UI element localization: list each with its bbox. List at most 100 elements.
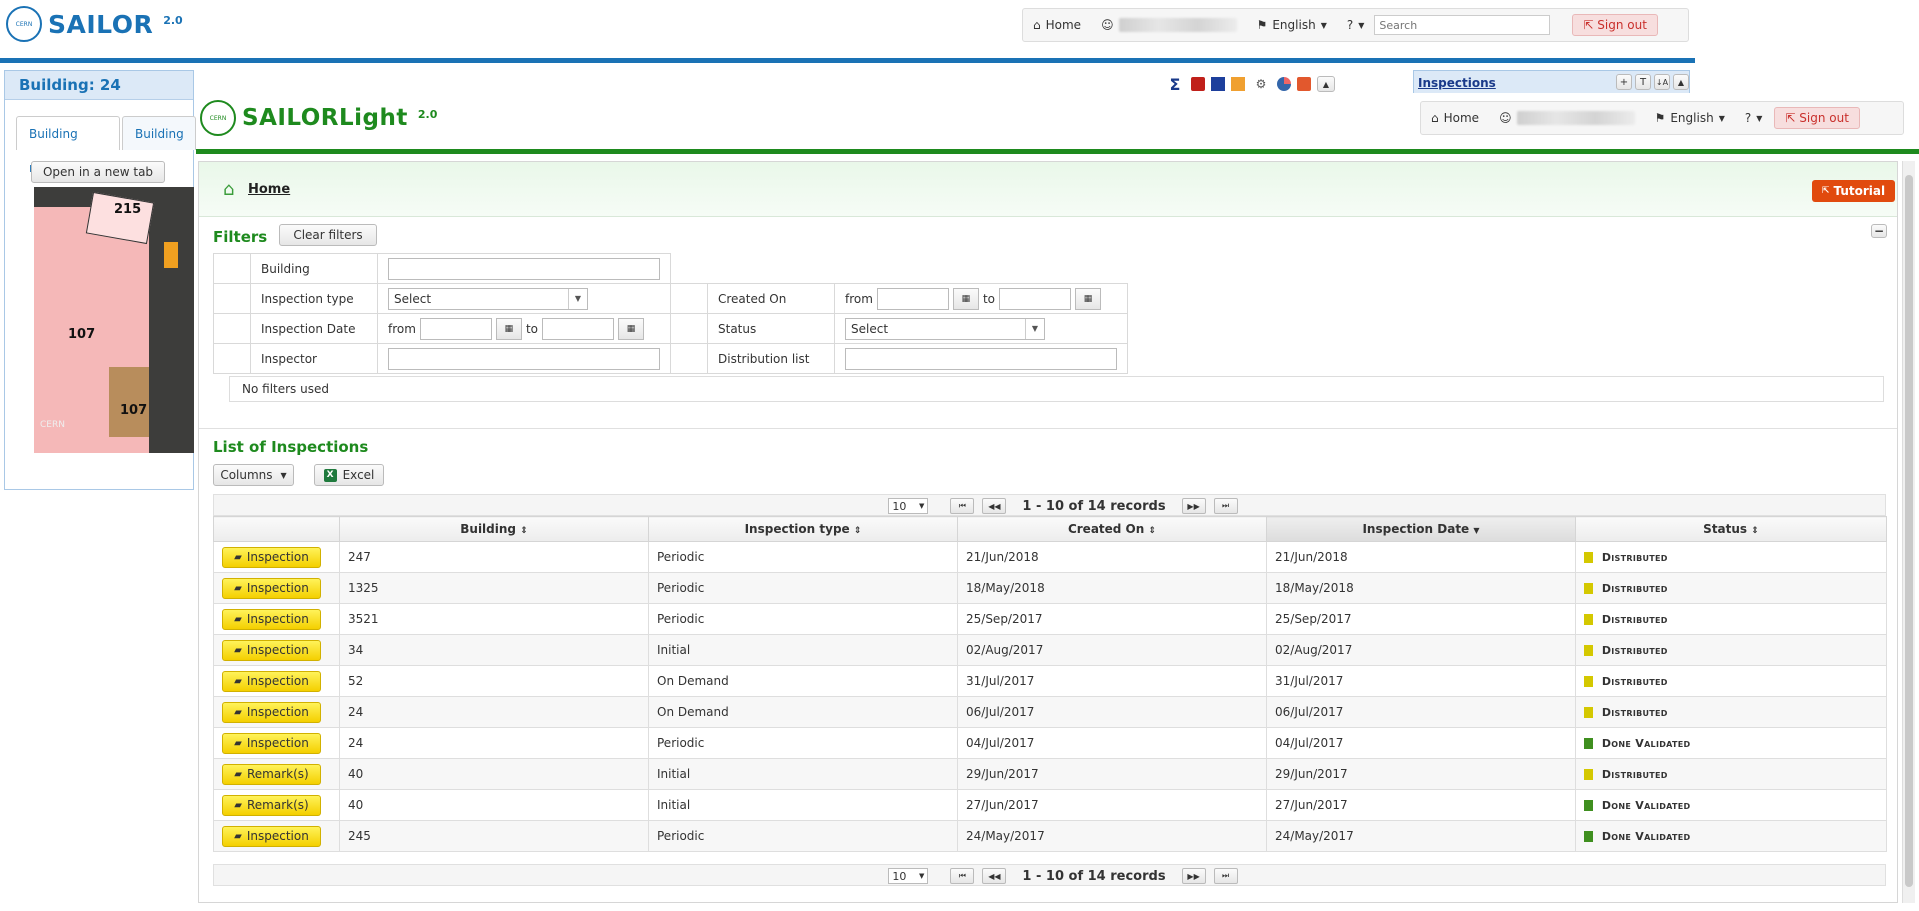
nav-home[interactable]: ⌂ Home: [1421, 111, 1489, 125]
scrollbar-thumb[interactable]: [1905, 175, 1913, 887]
clear-filters-button[interactable]: Clear filters: [279, 224, 377, 246]
filter-icon[interactable]: T: [1635, 74, 1651, 90]
col-header-inspection-type[interactable]: Inspection type ⇕: [648, 516, 958, 542]
first-page-icon[interactable]: ⏮: [950, 498, 975, 514]
row-status: Distributed: [1575, 603, 1887, 635]
page-scrollbar[interactable]: [1902, 161, 1915, 903]
inspector-filter-input[interactable]: [388, 347, 660, 370]
row-building: 3521: [339, 603, 649, 635]
row-action-button[interactable]: ▰ Remark(s): [222, 763, 321, 785]
first-page-icon[interactable]: ⏮: [950, 868, 975, 884]
pdf-icon[interactable]: [1191, 77, 1205, 91]
row-inspection-date: 24/May/2017: [1266, 820, 1576, 852]
tab-building-plans[interactable]: Building p: [122, 116, 196, 175]
sailor-search-input[interactable]: [1374, 15, 1551, 35]
sailor-nav-user[interactable]: ☺: [1091, 18, 1247, 32]
tutorial-button[interactable]: ⇱ Tutorial: [1812, 180, 1895, 202]
add-icon[interactable]: +: [1616, 74, 1632, 90]
row-action-button[interactable]: ▰ Inspection: [222, 608, 321, 630]
calendar-icon[interactable]: ▦: [952, 287, 979, 310]
col-header-inspection-date[interactable]: Inspection Date ▼: [1266, 516, 1576, 542]
collapse-filters-button[interactable]: −: [1871, 224, 1887, 238]
document-icon[interactable]: [1211, 77, 1225, 91]
row-inspection-type: On Demand: [648, 696, 958, 728]
row-action-button[interactable]: ▰ Inspection: [222, 577, 321, 599]
sailor-nav-home[interactable]: ⌂ Home: [1023, 18, 1091, 32]
search-map-icon[interactable]: ⚙: [1251, 75, 1271, 93]
nav-help[interactable]: ? ▼: [1735, 111, 1773, 125]
prev-page-icon[interactable]: ◀◀: [982, 868, 1007, 884]
caret-down-icon: ▼: [1756, 113, 1763, 123]
sum-icon[interactable]: Σ: [1165, 75, 1185, 94]
filter-label-inspection-type: Inspection type: [250, 283, 378, 314]
date-to-input[interactable]: [541, 317, 614, 340]
prev-page-icon[interactable]: ◀◀: [982, 498, 1007, 514]
row-building: 1325: [339, 572, 649, 604]
user-name-redacted: [1118, 18, 1237, 32]
calendar-icon[interactable]: ▦: [495, 317, 522, 340]
row-action-button[interactable]: ▰ Inspection: [222, 701, 321, 723]
folder-open-icon: ▰: [234, 737, 242, 749]
calendar-icon[interactable]: ▦: [1074, 287, 1101, 310]
col-header-status[interactable]: Status ⇕: [1575, 516, 1887, 542]
excel-export-button[interactable]: X Excel: [314, 464, 384, 486]
status-color-icon: [1584, 800, 1593, 811]
col-header-created-on[interactable]: Created On ⇕: [957, 516, 1267, 542]
row-created-on: 24/May/2017: [957, 820, 1267, 852]
last-page-icon[interactable]: ⏭: [1213, 498, 1238, 514]
row-action-button[interactable]: ▰ Inspection: [222, 546, 321, 568]
table-row: ▰ Inspection 34 Initial 02/Aug/2017 02/A…: [213, 634, 1887, 666]
collapse-up-icon[interactable]: ▲: [1673, 74, 1689, 90]
inspection-type-select[interactable]: Select ▼: [388, 287, 588, 310]
signout-icon: ⇱: [1583, 18, 1594, 32]
distribution-list-input[interactable]: [845, 347, 1117, 370]
calendar-icon[interactable]: [1297, 77, 1311, 91]
breadcrumb-home-link[interactable]: Home: [248, 182, 290, 197]
row-inspection-date: 18/May/2018: [1266, 572, 1576, 604]
open-new-tab-button[interactable]: Open in a new tab: [31, 161, 165, 183]
page-size-select[interactable]: 10 ▼: [888, 498, 929, 514]
created-from-input[interactable]: [876, 287, 949, 310]
created-to-input[interactable]: [998, 287, 1071, 310]
collapse-up-icon[interactable]: ▲: [1317, 76, 1335, 92]
date-from-input[interactable]: [419, 317, 492, 340]
next-page-icon[interactable]: ▶▶: [1181, 868, 1206, 884]
building-filter-input[interactable]: [388, 257, 660, 280]
columns-button[interactable]: Columns ▼: [213, 464, 294, 486]
sailor-signout-button[interactable]: ⇱ Sign out: [1572, 14, 1658, 36]
status-badge: Distributed: [1601, 706, 1668, 719]
row-action-button[interactable]: ▰ Inspection: [222, 670, 321, 692]
row-action-cell: ▰ Remark(s): [213, 789, 340, 821]
col-header-building[interactable]: Building ⇕: [339, 516, 649, 542]
sailorlight-logo[interactable]: CERN SAILORLight 2.0: [200, 100, 437, 136]
filter-label-inspection-date: Inspection Date: [250, 313, 378, 344]
tab-building-map[interactable]: Building map: [16, 116, 120, 175]
inspection-type-value: Select: [394, 291, 432, 306]
page-size-select[interactable]: 10 ▼: [888, 868, 929, 884]
home-icon[interactable]: ⌂: [223, 179, 234, 200]
palette-icon[interactable]: [1231, 77, 1245, 91]
last-page-icon[interactable]: ⏭: [1213, 868, 1238, 884]
signout-button[interactable]: ⇱ Sign out: [1774, 107, 1860, 129]
sort-icon[interactable]: ↓A: [1654, 74, 1670, 90]
status-select[interactable]: Select ▼: [845, 317, 1045, 340]
folder-open-icon: ▰: [234, 768, 242, 780]
col-header-status-label: Status: [1703, 522, 1748, 536]
row-action-button[interactable]: ▰ Inspection: [222, 639, 321, 661]
calendar-icon[interactable]: ▦: [617, 317, 644, 340]
next-page-icon[interactable]: ▶▶: [1181, 498, 1206, 514]
table-row: ▰ Remark(s) 40 Initial 27/Jun/2017 27/Ju…: [213, 789, 1887, 821]
inspections-panel-title[interactable]: Inspections: [1418, 76, 1496, 90]
nav-user[interactable]: ☺: [1489, 111, 1645, 125]
row-action-button[interactable]: ▰ Remark(s): [222, 794, 321, 816]
user-name-redacted: [1516, 111, 1635, 125]
sailor-nav-language[interactable]: ⚑ English ▼: [1247, 18, 1337, 32]
building-map-image[interactable]: 215 107 107 CERN: [34, 187, 194, 453]
sailor-logo[interactable]: CERN SAILOR 2.0: [6, 6, 183, 42]
sailor-nav-help[interactable]: ? ▼: [1337, 18, 1375, 32]
sailor-navbar: ⌂Home ☺ ⚑English▼ ?▼ ⇱ Sign out: [1022, 8, 1689, 42]
nav-language[interactable]: ⚑ English ▼: [1645, 111, 1735, 125]
row-action-button[interactable]: ▰ Inspection: [222, 825, 321, 847]
row-action-button[interactable]: ▰ Inspection: [222, 732, 321, 754]
pie-chart-icon[interactable]: [1277, 77, 1291, 91]
